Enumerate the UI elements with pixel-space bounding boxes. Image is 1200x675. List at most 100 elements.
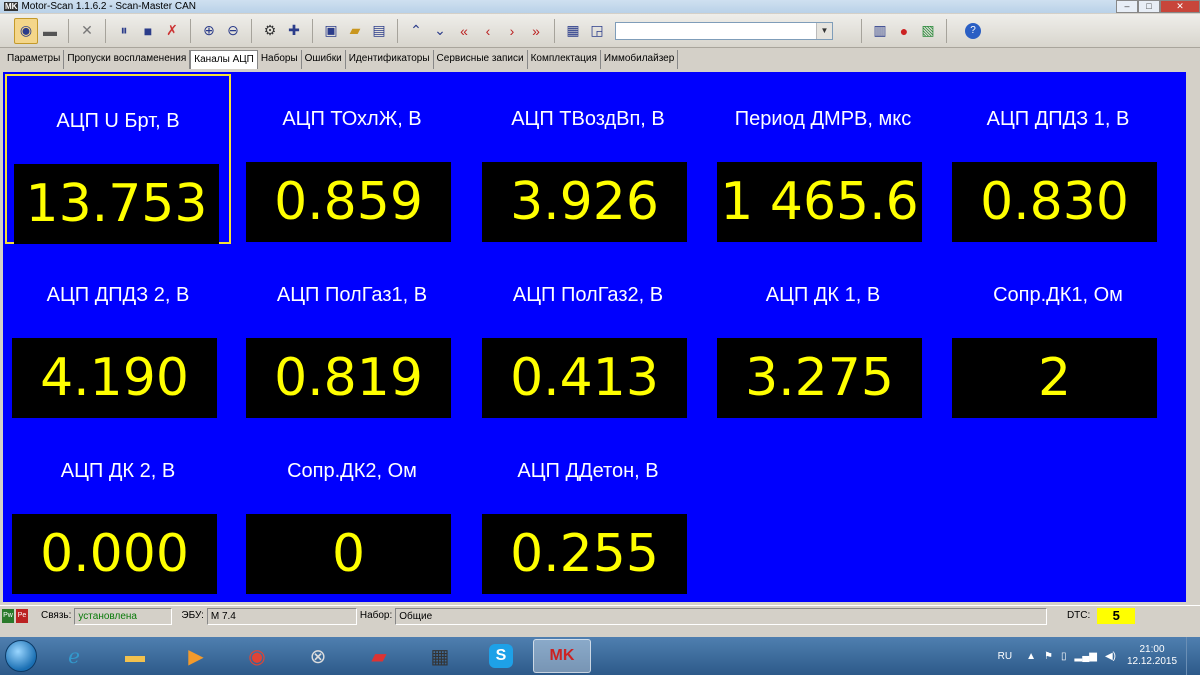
volume-icon[interactable]: ◀)	[1105, 651, 1116, 662]
channel-label: АЦП ДК 1, В	[765, 284, 881, 306]
export-icon[interactable]: ▤	[367, 18, 391, 44]
toolbar-combo[interactable]: ▼	[615, 21, 833, 40]
channel-cell[interactable]: АЦП ДДетон, В 0.255	[475, 426, 701, 596]
stop-icon[interactable]: ■	[136, 18, 160, 44]
zoom-in-icon[interactable]: ⊕	[197, 18, 221, 44]
toolbar-separator	[946, 18, 947, 43]
record-icon[interactable]: ●	[892, 18, 916, 44]
battery-icon[interactable]: ▬	[38, 18, 62, 44]
close-button[interactable]: ✕	[1160, 0, 1200, 13]
channel-cell[interactable]: АЦП ДПДЗ 2, В 4.190	[5, 250, 231, 420]
tools-icon[interactable]: ✕	[75, 18, 99, 44]
pause-icon[interactable]: ⏸	[112, 18, 136, 44]
media-player-icon[interactable]: ▶	[167, 639, 225, 673]
adc-channels-panel: АЦП U Брт, В 13.753 АЦП ТОхлЖ, В 0.859 А…	[3, 72, 1186, 602]
add-icon[interactable]: ✚	[282, 18, 306, 44]
tab-adc-channels[interactable]: Каналы АЦП	[190, 50, 258, 69]
show-desktop-button[interactable]	[1186, 637, 1200, 675]
zoom-out-icon[interactable]: ⊖	[221, 18, 245, 44]
tab-immobilizer[interactable]: Иммобилайзер	[601, 50, 679, 69]
flag-icon[interactable]: ⚑	[1044, 651, 1053, 662]
channel-value: 3.926	[482, 162, 687, 242]
window-icon[interactable]: ◲	[585, 18, 609, 44]
pe-indicator-icon: Pe	[16, 609, 28, 623]
channel-value: 4.190	[12, 338, 217, 418]
ie-icon[interactable]: ℯ	[45, 639, 103, 673]
channel-cell[interactable]: АЦП ДК 2, В 0.000	[5, 426, 231, 596]
channel-label: АЦП ТВоздВп, В	[511, 108, 665, 130]
skype-icon[interactable]: S	[472, 639, 530, 673]
title-bar[interactable]: MK Motor-Scan 1.1.6.2 - Scan-Master CAN …	[0, 0, 1200, 13]
channel-cell[interactable]: АЦП ТВоздВп, В 3.926	[475, 74, 701, 244]
maximize-button[interactable]: □	[1138, 0, 1160, 13]
explorer-icon[interactable]: ▬	[106, 639, 164, 673]
channel-cell[interactable]: Период ДМРВ, мкс 1 465.6	[710, 74, 936, 244]
tab-identifiers[interactable]: Идентификаторы	[346, 50, 434, 69]
set-label: Набор:	[359, 609, 393, 621]
settings-gear-icon[interactable]: ⚙	[258, 18, 282, 44]
start-button[interactable]	[0, 637, 42, 675]
clear-icon[interactable]: ✗	[160, 18, 184, 44]
channel-cell[interactable]: АЦП ДК 1, В 3.275	[710, 250, 936, 420]
channel-label: АЦП ДПДЗ 2, В	[46, 284, 190, 306]
connection-value: установлена	[74, 607, 173, 625]
channel-cell[interactable]: АЦП ТОхлЖ, В 0.859	[239, 74, 465, 244]
help-icon[interactable]: ?	[965, 22, 981, 39]
channel-label: Сопр.ДК1, Ом	[993, 284, 1123, 306]
tab-strip: Параметры Пропуски воспламенения Каналы …	[0, 50, 679, 69]
toyota-icon[interactable]: ⊗	[289, 639, 347, 673]
next-icon[interactable]: ›	[500, 18, 524, 44]
channel-cell[interactable]: АЦП ПолГаз1, В 0.819	[239, 250, 465, 420]
channel-cell[interactable]: Сопр.ДК2, Ом 0	[239, 426, 465, 596]
channel-cell[interactable]: АЦП U Брт, В 13.753	[5, 74, 231, 244]
channel-cell[interactable]: АЦП ПолГаз2, В 0.413	[475, 250, 701, 420]
channel-value: 0.000	[12, 514, 217, 594]
channel-label: АЦП ДДетон, В	[517, 460, 659, 482]
ecu-label: ЭБУ:	[181, 609, 204, 621]
open-folder-icon[interactable]: ▰	[343, 18, 367, 44]
chrome-icon[interactable]: ◉	[228, 639, 286, 673]
car-icon[interactable]: ▰	[350, 639, 408, 673]
dtc-count-badge[interactable]: 5	[1097, 608, 1136, 624]
last-icon[interactable]: »	[524, 18, 548, 44]
tray-expand-icon[interactable]: ▲	[1026, 651, 1036, 662]
excel-icon[interactable]: ▧	[916, 18, 940, 44]
toolbar-separator	[190, 18, 191, 43]
window-controls: – □ ✕	[1116, 0, 1200, 13]
save-icon[interactable]: ▣	[319, 18, 343, 44]
signal-icon[interactable]: ▂▄▆	[1075, 651, 1097, 662]
toolbar-separator	[554, 18, 555, 43]
language-indicator[interactable]: RU	[998, 651, 1012, 662]
tab-parameters[interactable]: Параметры	[4, 50, 65, 69]
channel-value: 2	[952, 338, 1157, 418]
channel-value: 3.275	[717, 338, 922, 418]
toolbar-separator	[68, 18, 69, 43]
tab-service-records[interactable]: Сервисные записи	[434, 50, 528, 69]
channel-cell[interactable]: АЦП ДПДЗ 1, В 0.830	[945, 74, 1171, 244]
tab-sets[interactable]: Наборы	[258, 50, 302, 69]
channel-label: АЦП ДПДЗ 1, В	[986, 108, 1130, 130]
status-bar: Pw Pe Связь: установлена ЭБУ: M 7.4 Набо…	[0, 605, 1200, 626]
first-icon[interactable]: «	[452, 18, 476, 44]
chevron-down-icon[interactable]: ▼	[816, 22, 832, 39]
system-tray: RU ▲ ⚑ ▯ ▂▄▆ ◀) 21:00 12.12.2015	[998, 637, 1200, 675]
windows-logo-icon	[5, 640, 37, 672]
motorscan-icon[interactable]: MK	[533, 639, 591, 673]
channel-label: АЦП ДК 2, В	[60, 460, 176, 482]
down-icon[interactable]: ⌄	[428, 18, 452, 44]
prev-icon[interactable]: ‹	[476, 18, 500, 44]
clock[interactable]: 21:00 12.12.2015	[1122, 644, 1182, 668]
tab-errors[interactable]: Ошибки	[302, 50, 346, 69]
chip-icon[interactable]: ▦	[411, 639, 469, 673]
pw-indicator-icon: Pw	[2, 609, 14, 623]
toolbar-separator	[397, 18, 398, 43]
tab-configuration[interactable]: Комплектация	[528, 50, 601, 69]
channel-cell[interactable]: Сопр.ДК1, Ом 2	[945, 250, 1171, 420]
tab-misfires[interactable]: Пропуски воспламенения	[64, 50, 191, 69]
up-icon[interactable]: ⌃	[404, 18, 428, 44]
minimize-button[interactable]: –	[1116, 0, 1138, 13]
monitor-icon[interactable]: ▦	[561, 18, 585, 44]
battery-tray-icon[interactable]: ▯	[1061, 651, 1067, 662]
report-icon[interactable]: ▥	[868, 18, 892, 44]
connect-icon[interactable]: ◉	[14, 17, 38, 44]
